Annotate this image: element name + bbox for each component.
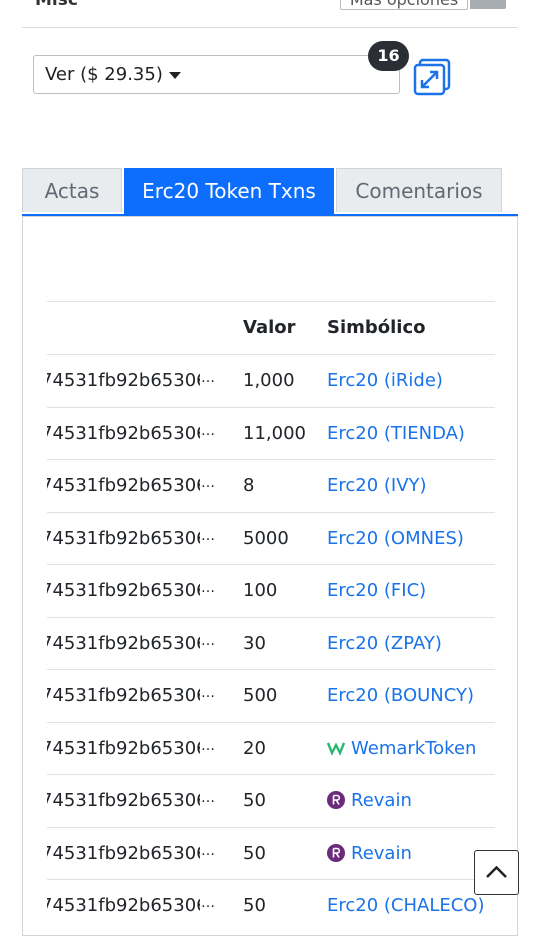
table-row: 74531fb92b65306… 1,000 Erc20 (iRide) [47, 354, 495, 406]
symbol-label: Erc20 (OMNES) [327, 527, 464, 549]
txn-hash-cell[interactable]: 74531fb92b65306 [47, 723, 200, 775]
view-dropdown[interactable]: Ver ($ 29.35) [33, 55, 400, 94]
txn-hash-cell[interactable]: 74531fb92b65306 [47, 565, 200, 617]
table-row: 74531fb92b65306… 30 Erc20 (ZPAY) [47, 616, 495, 670]
more-options-addon-button[interactable] [470, 0, 506, 9]
back-to-top-button[interactable] [474, 850, 519, 895]
value-cell: 500 [243, 685, 278, 706]
value-cell: 5000 [243, 527, 289, 549]
symbol-link[interactable]: Erc20 (iRide) [327, 355, 443, 407]
column-header-valor: Valor [243, 317, 296, 338]
symbol-label: Erc20 (TIENDA) [327, 422, 465, 444]
caret-down-icon [168, 71, 181, 79]
truncation-ellipsis: … [201, 527, 215, 544]
symbol-link[interactable]: Erc20 (IVY) [327, 460, 427, 512]
tab-bar: Actas Erc20 Token Txns Comentarios [22, 168, 518, 216]
token-txns-panel: Valor Simbólico 74531fb92b65306… 1,000 Erc… [22, 216, 518, 936]
symbol-label: Erc20 (BOUNCY) [327, 685, 475, 706]
value-cell: 11,000 [243, 422, 306, 444]
value-cell: 30 [243, 632, 266, 654]
symbol-link[interactable]: WemarkToken [327, 723, 476, 775]
tab-erc20-token-txns[interactable]: Erc20 Token Txns [124, 168, 334, 214]
symbol-link[interactable]: Revain [327, 828, 412, 880]
txn-hash-cell[interactable]: 74531fb92b65306 [47, 513, 200, 565]
symbol-label: Revain [351, 842, 412, 864]
column-header-simbolico: Simbólico [327, 317, 426, 338]
revain-icon [327, 791, 345, 809]
symbol-label: Revain [351, 790, 412, 811]
revain-icon [327, 843, 345, 862]
view-dropdown-text: Ver ($ 29.35) [45, 64, 163, 85]
txn-hash-cell[interactable]: 74531fb92b65306 [47, 408, 200, 460]
symbol-link[interactable]: Erc20 (TIENDA) [327, 408, 465, 460]
txn-hash-cell[interactable]: 74531fb92b65306 [47, 880, 200, 932]
symbol-link[interactable]: Erc20 (OMNES) [327, 513, 464, 565]
txn-hash-cell[interactable]: 74531fb92b65306 [47, 828, 200, 880]
value-cell: 100 [243, 580, 278, 601]
value-cell: 50 [243, 895, 266, 916]
symbol-link[interactable]: Erc20 (ZPAY) [327, 618, 442, 670]
txn-hash-cell[interactable]: 74531fb92b65306 [47, 618, 200, 670]
table-row: 74531fb92b65306… 8 Erc20 (IVY) [47, 459, 495, 511]
truncation-ellipsis: … [201, 790, 215, 806]
value-cell: 50 [243, 790, 266, 811]
count-badge: 16 [368, 41, 409, 71]
table-row: 74531fb92b65306… 100 Erc20 (FIC) [47, 564, 495, 616]
symbol-label: WemarkToken [351, 737, 477, 759]
view-dropdown-label: Ver ($ 29.35) [45, 64, 181, 85]
table-row: 74531fb92b65306… 5000 Erc20 (OMNES) [47, 511, 495, 565]
truncation-ellipsis: … [201, 895, 215, 911]
expand-icon[interactable] [413, 58, 451, 96]
symbol-label: Erc20 (FIC) [327, 580, 427, 601]
wemark-icon [327, 741, 345, 756]
misc-label: Misc [35, 0, 78, 10]
chevron-up-icon [486, 865, 507, 878]
symbol-link[interactable]: Erc20 (BOUNCY) [327, 670, 474, 722]
tab-comentarios[interactable]: Comentarios [336, 168, 502, 212]
more-options-select[interactable]: Más opciones [340, 0, 468, 10]
truncation-ellipsis: … [201, 580, 215, 596]
symbol-label: Erc20 (ZPAY) [327, 632, 442, 654]
symbol-label: Erc20 (iRide) [327, 370, 443, 391]
symbol-link[interactable]: Erc20 (CHALECO) [327, 880, 485, 932]
token-txns-table: Valor Simbólico 74531fb92b65306… 1,000 Erc… [47, 301, 495, 935]
truncation-ellipsis: … [201, 475, 215, 491]
table-row: 74531fb92b65306… 20 WemarkToken [47, 721, 495, 775]
table-row: 74531fb92b65306… 11,000 Erc20 (TIENDA) [47, 406, 495, 460]
symbol-link[interactable]: Revain [327, 775, 412, 827]
value-cell: 50 [243, 842, 266, 864]
txn-hash-cell[interactable]: 74531fb92b65306 [47, 460, 200, 512]
value-cell: 8 [243, 475, 255, 496]
truncation-ellipsis: … [201, 422, 215, 439]
table-row: 74531fb92b65306… 500 Erc20 (BOUNCY) [47, 669, 495, 721]
misc-row: Misc Más opciones [22, 0, 518, 28]
txn-hash-cell[interactable]: 74531fb92b65306 [47, 355, 200, 407]
truncation-ellipsis: … [201, 842, 215, 859]
symbol-link[interactable]: Erc20 (FIC) [327, 565, 426, 617]
truncation-ellipsis: … [201, 370, 215, 386]
table-row: 74531fb92b65306… 50 Revain [47, 826, 495, 880]
value-cell: 20 [243, 737, 266, 759]
txn-hash-cell[interactable]: 74531fb92b65306 [47, 775, 200, 827]
table-row: 74531fb92b65306… 50 Erc20 (CHALECO) [47, 879, 495, 931]
truncation-ellipsis: … [201, 685, 215, 701]
truncation-ellipsis: … [201, 737, 215, 754]
tab-actas[interactable]: Actas [22, 168, 122, 212]
table-row: 74531fb92b65306… 50 Revain [47, 774, 495, 826]
value-cell: 1,000 [243, 370, 295, 391]
symbol-label: Erc20 (IVY) [327, 475, 427, 496]
txn-hash-cell[interactable]: 74531fb92b65306 [47, 670, 200, 722]
truncation-ellipsis: … [201, 632, 215, 649]
